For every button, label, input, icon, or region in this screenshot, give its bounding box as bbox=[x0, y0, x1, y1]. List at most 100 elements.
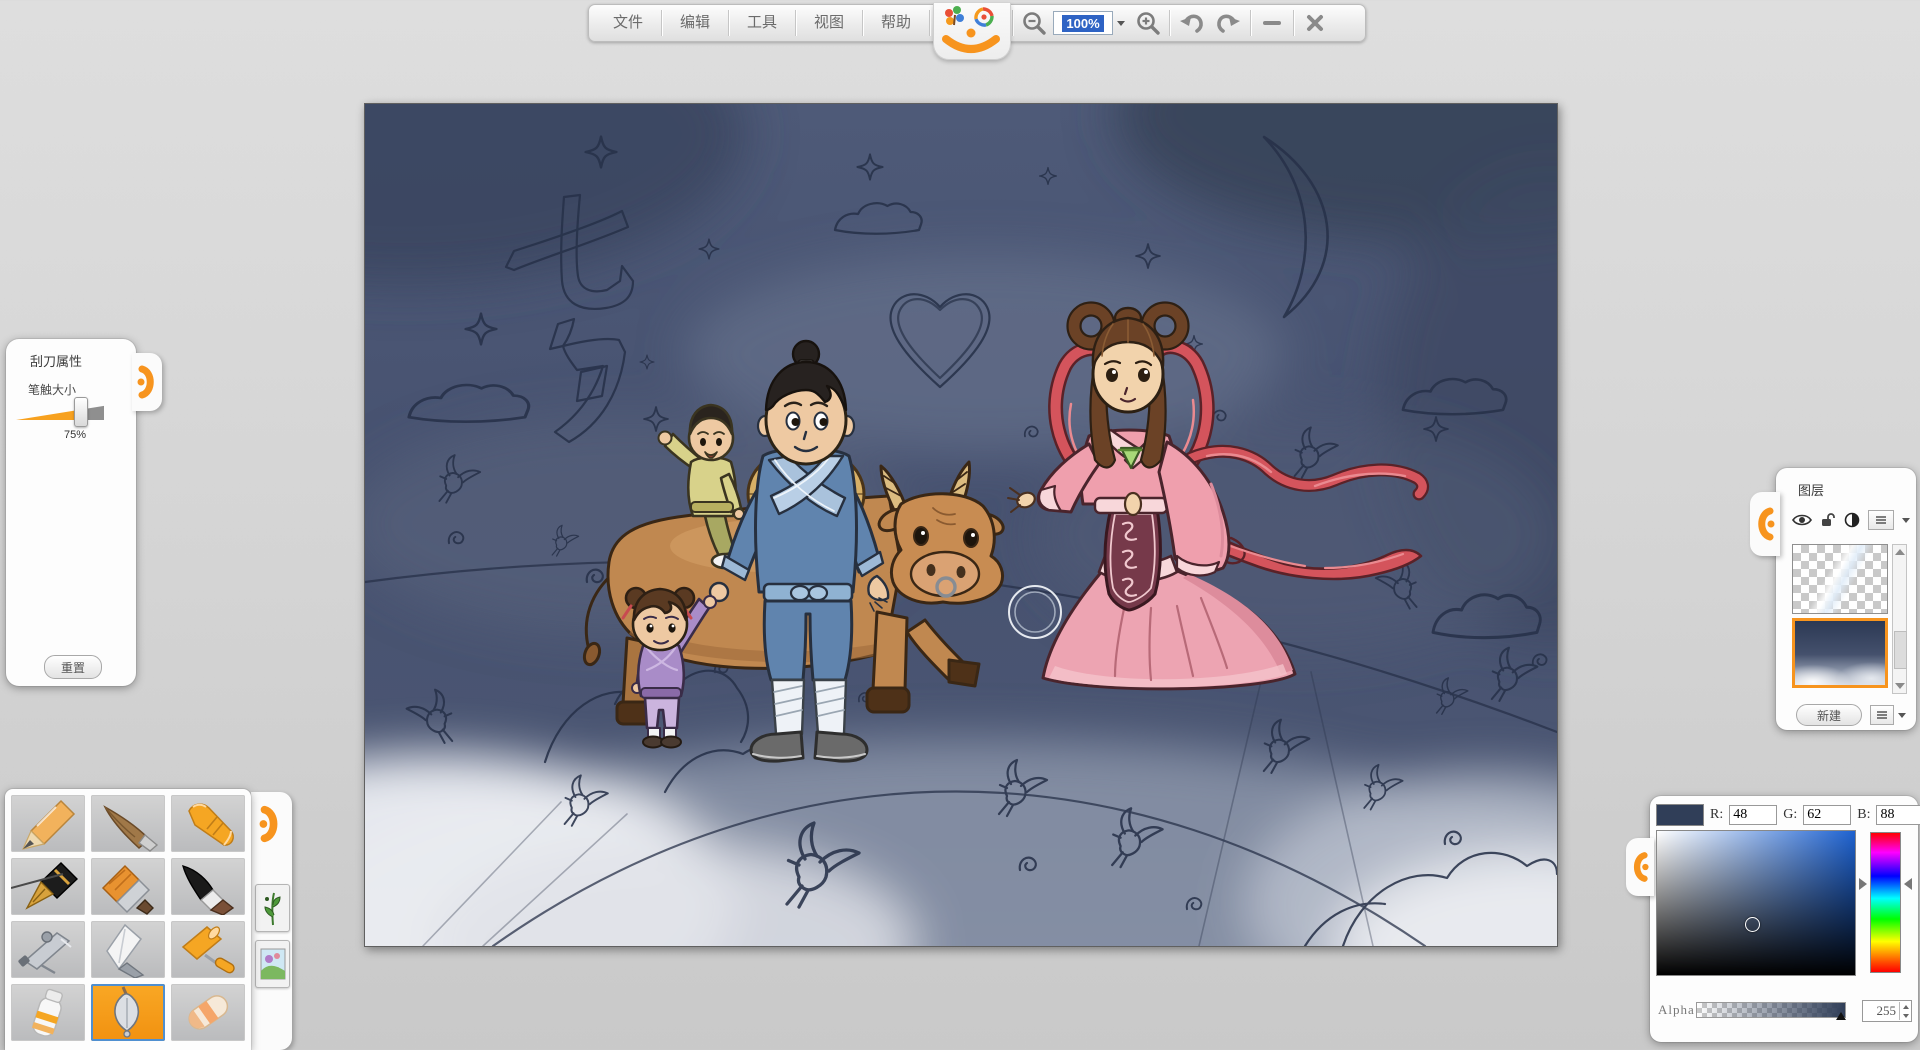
separator bbox=[1293, 10, 1294, 36]
chevron-down-icon[interactable] bbox=[1898, 713, 1906, 718]
tool-fountain-pen[interactable] bbox=[11, 858, 85, 915]
scraper-properties-panel: 刮刀属性 笔触大小 75% 重置 bbox=[6, 339, 136, 686]
image-stamp-icon bbox=[260, 945, 286, 983]
zoom-out-button[interactable] bbox=[1015, 7, 1053, 39]
minimize-icon bbox=[1261, 12, 1283, 34]
logo-handle-icon bbox=[137, 364, 157, 400]
tool-paint-tube[interactable] bbox=[11, 984, 85, 1041]
brush-size-slider-thumb[interactable] bbox=[74, 397, 88, 427]
b-label: B: bbox=[1857, 807, 1870, 823]
hue-marker-left[interactable] bbox=[1859, 878, 1867, 890]
logo-handle-icon bbox=[259, 804, 281, 844]
redo-icon bbox=[1216, 11, 1242, 35]
tool-scraper[interactable] bbox=[91, 984, 165, 1041]
separator bbox=[661, 10, 662, 36]
zoom-in-button[interactable] bbox=[1129, 7, 1167, 39]
color-picker-panel: R: G: B: Alpha 255 bbox=[1650, 796, 1918, 1042]
new-layer-button[interactable]: 新建 bbox=[1796, 704, 1862, 726]
scrollbar-thumb[interactable] bbox=[1894, 631, 1907, 669]
logo-nose-icon bbox=[967, 29, 976, 38]
spinner-up-icon[interactable] bbox=[1903, 1005, 1909, 1009]
canvas-artwork bbox=[365, 104, 1557, 946]
g-input[interactable] bbox=[1803, 805, 1851, 825]
crayon-icon bbox=[171, 795, 245, 852]
menu-tools[interactable]: 工具 bbox=[731, 6, 793, 40]
layer-list bbox=[1792, 544, 1888, 688]
visibility-eye-icon[interactable] bbox=[1792, 513, 1812, 527]
menu-file[interactable]: 文件 bbox=[597, 6, 659, 40]
plant-stamp-button[interactable] bbox=[255, 884, 290, 932]
layers-panel: 图层 新建 bbox=[1776, 468, 1916, 730]
lock-open-icon[interactable] bbox=[1820, 512, 1836, 528]
tool-airbrush[interactable] bbox=[11, 921, 85, 978]
scroll-down-icon[interactable] bbox=[1895, 683, 1905, 689]
separator bbox=[795, 10, 796, 36]
panel-title: 图层 bbox=[1798, 480, 1824, 499]
layer-item-sketch[interactable] bbox=[1792, 544, 1888, 614]
alpha-slider-handle[interactable] bbox=[1836, 1012, 1846, 1020]
layer-list-scrollbar[interactable] bbox=[1892, 544, 1907, 694]
color-collapse-handle[interactable] bbox=[1626, 838, 1654, 896]
undo-button[interactable] bbox=[1172, 7, 1210, 39]
opacity-contrast-icon[interactable] bbox=[1844, 512, 1860, 528]
zoom-dropdown-button[interactable] bbox=[1113, 12, 1129, 34]
redo-button[interactable] bbox=[1210, 7, 1248, 39]
tools-panel bbox=[5, 789, 251, 1050]
alpha-slider[interactable] bbox=[1696, 1002, 1846, 1018]
layer-item-sky[interactable] bbox=[1792, 618, 1888, 688]
saturation-value-square[interactable] bbox=[1656, 830, 1856, 976]
paint-tube-icon bbox=[11, 984, 85, 1041]
tool-ink-brush[interactable] bbox=[171, 858, 245, 915]
tool-crayon[interactable] bbox=[171, 795, 245, 852]
tool-paint-roller[interactable] bbox=[171, 921, 245, 978]
spinner-down-icon[interactable] bbox=[1903, 1014, 1909, 1018]
brush-size-slider[interactable] bbox=[16, 405, 104, 420]
zoom-in-icon bbox=[1135, 10, 1161, 36]
close-icon bbox=[1304, 12, 1326, 34]
separator bbox=[929, 10, 930, 36]
tool-pencil[interactable] bbox=[11, 795, 85, 852]
tool-eraser[interactable] bbox=[171, 984, 245, 1041]
scraper-icon bbox=[91, 984, 165, 1041]
palette-knife-icon bbox=[91, 921, 165, 978]
pencil-icon bbox=[11, 795, 85, 852]
hue-marker-right[interactable] bbox=[1904, 878, 1912, 890]
panel-title: 刮刀属性 bbox=[30, 351, 82, 370]
menu-view[interactable]: 视图 bbox=[798, 6, 860, 40]
rgb-row: R: G: B: bbox=[1656, 804, 1920, 826]
tool-flat-brush[interactable] bbox=[91, 858, 165, 915]
brush-size-value: 75% bbox=[64, 429, 86, 441]
zoom-level-field[interactable]: 100% bbox=[1053, 11, 1113, 35]
layers-collapse-handle[interactable] bbox=[1750, 492, 1780, 556]
drawing-canvas[interactable] bbox=[364, 103, 1558, 947]
tool-grid bbox=[5, 789, 251, 1047]
hue-strip[interactable] bbox=[1870, 832, 1901, 973]
fountain-pen-icon bbox=[11, 858, 85, 915]
main-toolbar: 文件 编辑 工具 视图 帮助 bbox=[588, 4, 1366, 42]
alpha-spinner[interactable] bbox=[1899, 1002, 1911, 1020]
charcoal-icon bbox=[91, 795, 165, 852]
logo-handle-icon bbox=[1631, 850, 1649, 884]
app-logo-tab[interactable] bbox=[932, 5, 1010, 41]
paint-app: { "app": { "accent_orange": "#f7941e", "… bbox=[0, 0, 1920, 1050]
menu-edit[interactable]: 编辑 bbox=[664, 6, 726, 40]
image-stamp-button[interactable] bbox=[255, 940, 290, 988]
panel-collapse-handle[interactable] bbox=[132, 353, 162, 411]
chevron-down-icon[interactable] bbox=[1902, 518, 1910, 523]
tools-collapse-handle[interactable] bbox=[259, 804, 281, 849]
menu-help[interactable]: 帮助 bbox=[865, 6, 927, 40]
b-input[interactable] bbox=[1876, 805, 1920, 825]
scroll-up-icon[interactable] bbox=[1895, 549, 1905, 555]
close-button[interactable] bbox=[1296, 7, 1334, 39]
reset-button[interactable]: 重置 bbox=[44, 655, 102, 679]
tool-palette-knife[interactable] bbox=[91, 921, 165, 978]
chevron-down-icon bbox=[1117, 21, 1125, 26]
r-input[interactable] bbox=[1729, 805, 1777, 825]
blend-menu-button[interactable] bbox=[1868, 510, 1894, 530]
tool-charcoal[interactable] bbox=[91, 795, 165, 852]
separator bbox=[728, 10, 729, 36]
paint-roller-icon bbox=[171, 921, 245, 978]
layer-menu-button[interactable] bbox=[1870, 705, 1894, 725]
minimize-button[interactable] bbox=[1253, 7, 1291, 39]
color-marker[interactable] bbox=[1745, 917, 1760, 932]
